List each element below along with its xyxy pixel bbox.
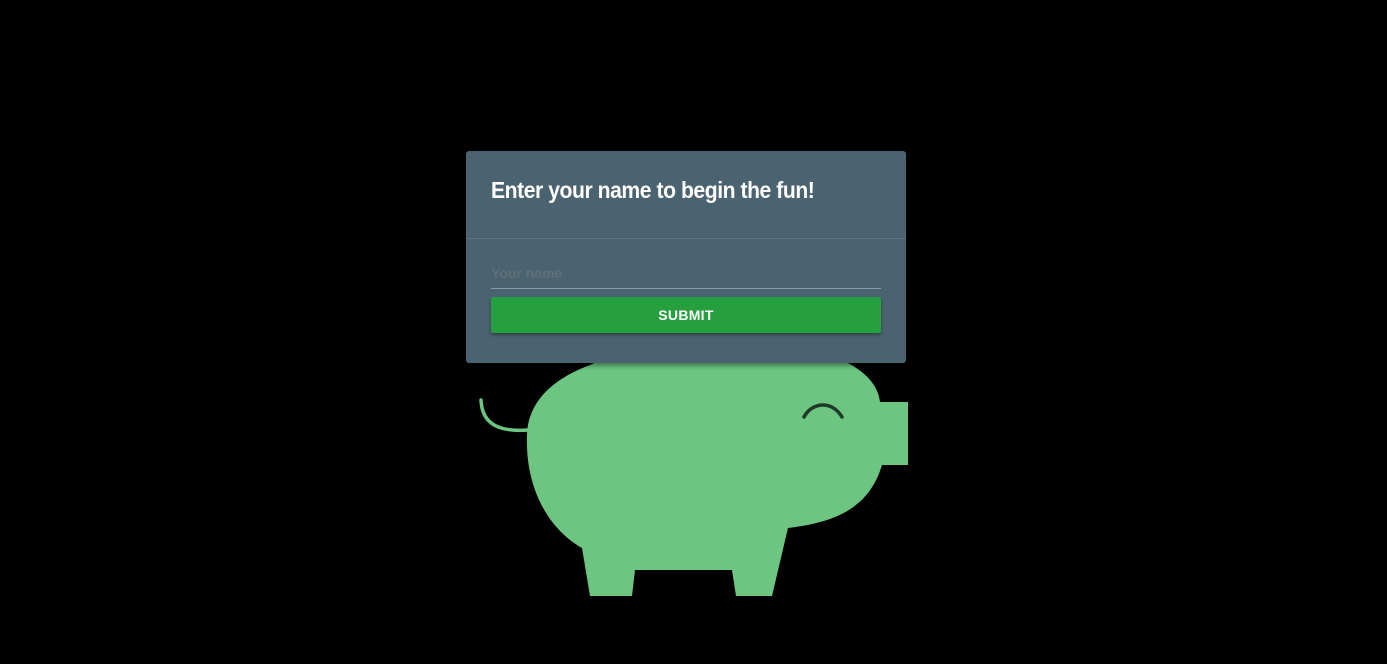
- dialog-title: Enter your name to begin the fun!: [491, 177, 815, 203]
- game-stage: Enter your name to begin the fun! SUBMIT: [0, 0, 1387, 664]
- dialog-header: Enter your name to begin the fun!: [466, 151, 906, 239]
- name-dialog: Enter your name to begin the fun! SUBMIT: [466, 151, 906, 363]
- submit-button[interactable]: SUBMIT: [491, 297, 881, 333]
- piggy-bank-icon: [479, 341, 908, 596]
- dialog-body: SUBMIT: [466, 239, 906, 333]
- name-input[interactable]: [491, 255, 881, 289]
